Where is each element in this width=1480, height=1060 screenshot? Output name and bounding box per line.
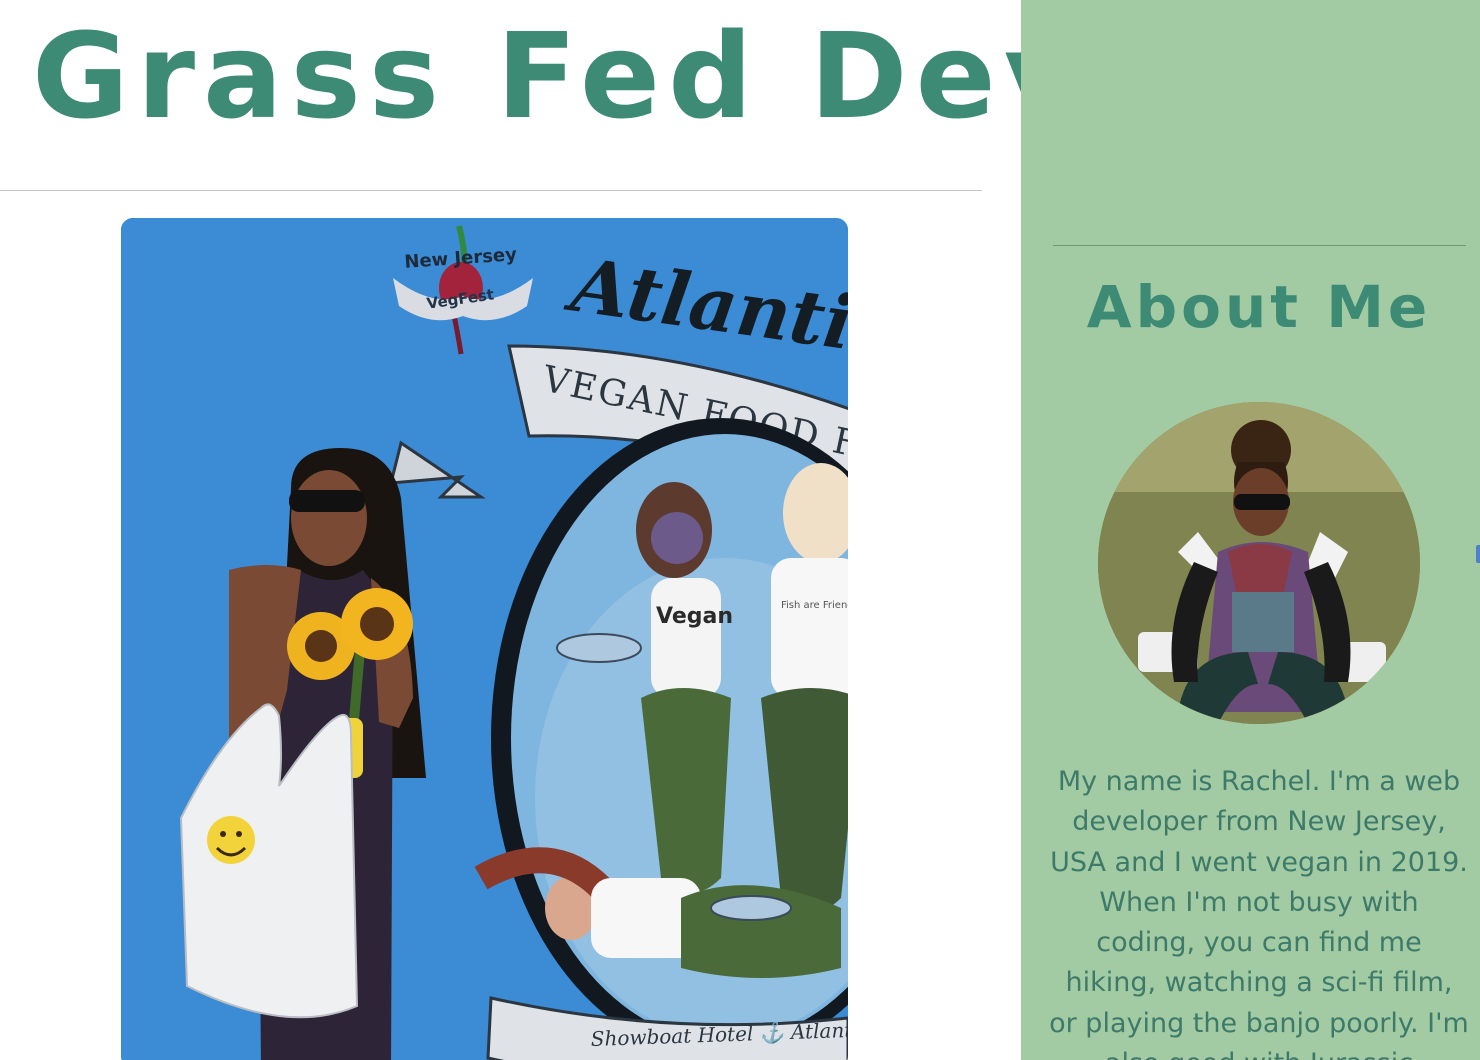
scroll-indicator-icon[interactable]	[1476, 545, 1480, 563]
main-content: Grass Fed Dev VegFest New Jersey Atlanti…	[0, 0, 1081, 1060]
featured-photo: VegFest New Jersey Atlantic C VEGAN FOOD…	[121, 218, 848, 1060]
bio-text: My name is Rachel. I'm a web developer f…	[1049, 766, 1469, 1060]
header-divider	[0, 190, 982, 191]
avatar	[1098, 402, 1420, 724]
site-title[interactable]: Grass Fed Dev	[32, 6, 1089, 146]
page: Grass Fed Dev VegFest New Jersey Atlanti…	[0, 0, 1480, 1060]
about-heading: About Me	[1086, 273, 1432, 341]
sidebar: About Me My name is Rachel. I'm a web de…	[1021, 0, 1480, 1060]
shirt-text-2: Fish are Friends	[781, 600, 848, 611]
shirt-text-1: Vegan	[656, 604, 733, 629]
sidebar-divider	[1053, 245, 1466, 246]
